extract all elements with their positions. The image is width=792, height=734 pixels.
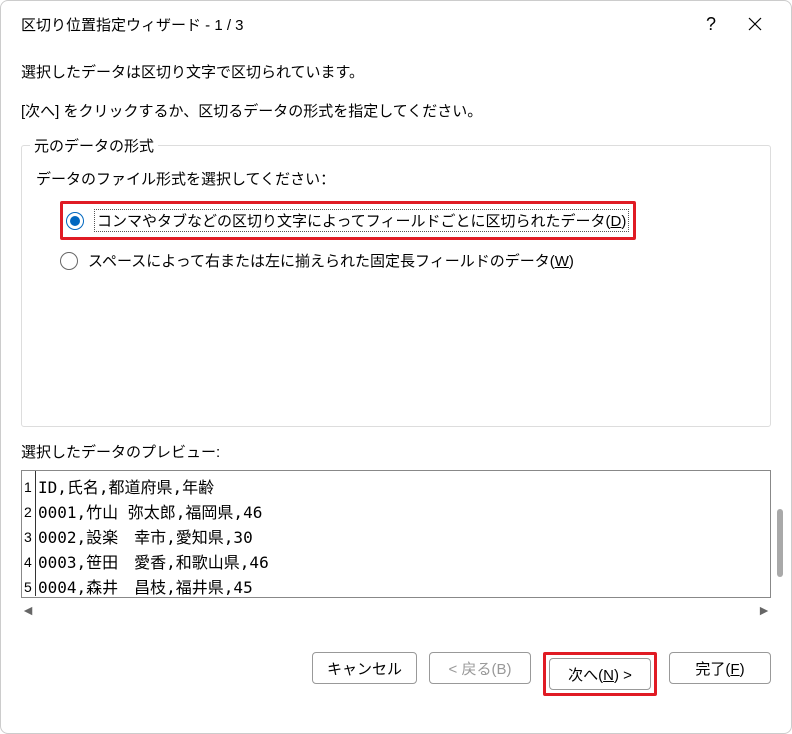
row-number: 4 (22, 546, 36, 571)
button-bar: キャンセル < 戻る(B) 次へ(N) > 完了(F) (1, 620, 791, 714)
vertical-scrollbar[interactable] (777, 509, 783, 577)
radio-dot-icon (70, 216, 80, 226)
row-content: 0003,笹田 愛香,和歌山県,46 (36, 546, 770, 571)
message-detected: 選択したデータは区切り文字で区切られています。 (21, 61, 771, 82)
format-prompt: データのファイル形式を選択してください： (36, 168, 756, 189)
next-button[interactable]: 次へ(N) > (549, 658, 651, 690)
content: 選択したデータは区切り文字で区切られています。 [次へ] をクリックするか、区切… (1, 47, 791, 620)
help-button[interactable]: ? (689, 2, 733, 46)
row-content: ID,氏名,都道府県,年齢 (36, 471, 770, 496)
preview-box: 1 ID,氏名,都道府県,年齢 2 0001,竹山 弥太郎,福岡県,46 3 0… (21, 470, 771, 598)
window-title: 区切り位置指定ウィザード - 1 / 3 (21, 14, 689, 35)
row-number: 2 (22, 496, 36, 521)
back-button: < 戻る(B) (429, 652, 531, 684)
close-button[interactable] (733, 2, 777, 46)
highlight-delimited: コンマやタブなどの区切り文字によってフィールドごとに区切られたデータ(D) (60, 201, 636, 240)
row-content: 0002,設楽 幸市,愛知県,30 (36, 521, 770, 546)
preview-label: 選択したデータのプレビュー: (21, 441, 771, 462)
highlight-next: 次へ(N) > (543, 652, 657, 696)
row-number: 3 (22, 521, 36, 546)
row-content: 0004,森井 昌枝,福井県,45 (36, 571, 770, 596)
message-instruction: [次へ] をクリックするか、区切るデータの形式を指定してください。 (21, 100, 771, 121)
row-number: 1 (22, 471, 36, 496)
groupbox-data-format: 元のデータの形式 データのファイル形式を選択してください： コンマやタブなどの区… (21, 145, 771, 427)
scroll-right-icon[interactable]: ► (757, 602, 771, 618)
table-row: 5 0004,森井 昌枝,福井県,45 (22, 571, 770, 596)
table-row: 3 0002,設楽 幸市,愛知県,30 (22, 521, 770, 546)
radio-delimited-label: コンマやタブなどの区切り文字によってフィールドごとに区切られたデータ(D) (94, 209, 629, 232)
radio-fixed-row[interactable]: スペースによって右または左に揃えられた固定長フィールドのデータ(W) (36, 250, 756, 271)
finish-button[interactable]: 完了(F) (669, 652, 771, 684)
close-icon (748, 17, 762, 31)
radio-fixed[interactable] (60, 252, 78, 270)
table-row: 4 0003,笹田 愛香,和歌山県,46 (22, 546, 770, 571)
cancel-button[interactable]: キャンセル (312, 652, 417, 684)
radio-delimited-row[interactable]: コンマやタブなどの区切り文字によってフィールドごとに区切られたデータ(D) (36, 201, 756, 240)
groupbox-title: 元のデータの形式 (30, 135, 158, 156)
radio-fixed-label: スペースによって右または左に揃えられた固定長フィールドのデータ(W) (88, 250, 574, 271)
row-content: 0001,竹山 弥太郎,福岡県,46 (36, 496, 770, 521)
scroll-left-icon[interactable]: ◄ (21, 602, 35, 618)
row-number: 5 (22, 571, 36, 596)
table-row: 2 0001,竹山 弥太郎,福岡県,46 (22, 496, 770, 521)
table-row: 1 ID,氏名,都道府県,年齢 (22, 471, 770, 496)
titlebar: 区切り位置指定ウィザード - 1 / 3 ? (1, 1, 791, 47)
radio-delimited[interactable] (66, 212, 84, 230)
horizontal-scrollbar[interactable]: ◄ ► (21, 600, 771, 620)
